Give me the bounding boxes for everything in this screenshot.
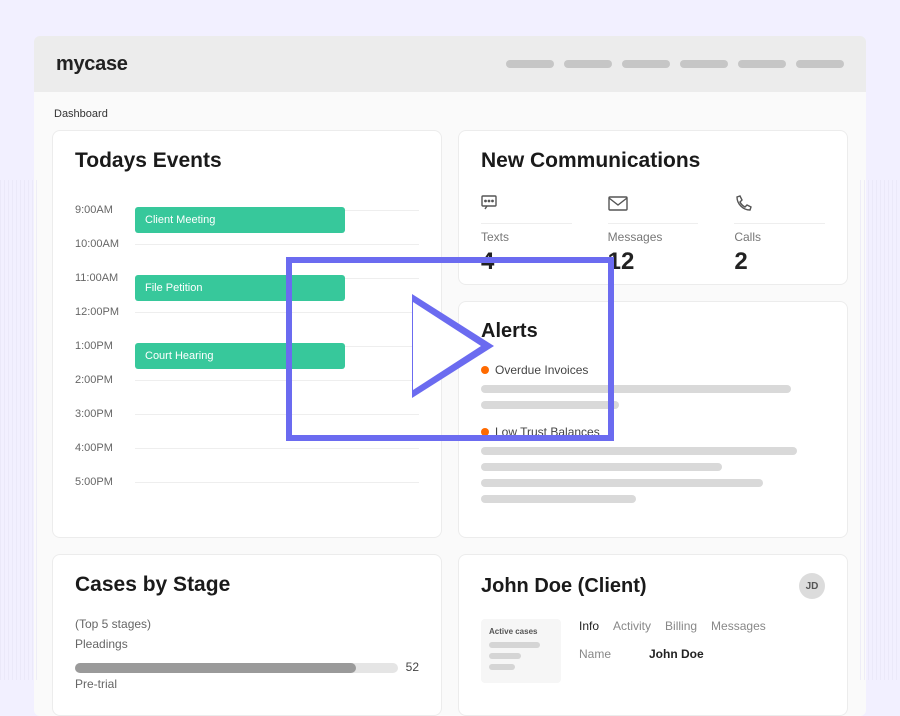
comm-messages[interactable]: Messages 12: [608, 193, 699, 276]
hour-label: 5:00PM: [75, 476, 135, 488]
chat-icon: [481, 193, 572, 215]
alerts-title: Alerts: [481, 320, 825, 343]
alert-label: Low Trust Balances: [495, 425, 600, 439]
alert-dot-icon: [481, 366, 489, 374]
client-card: John Doe (Client) JD Active cases Info A…: [458, 554, 848, 716]
tab-messages[interactable]: Messages: [711, 619, 766, 633]
hour-label: 12:00PM: [75, 306, 135, 318]
nav-item-placeholder[interactable]: [738, 60, 786, 68]
todays-events-title: Todays Events: [75, 149, 419, 173]
stage-bar: [75, 663, 398, 673]
comm-label: Texts: [481, 223, 572, 244]
nav-placeholder: [506, 60, 844, 68]
alert-label: Overdue Invoices: [495, 363, 588, 377]
cases-by-stage-card: Cases by Stage (Top 5 stages) Pleadings …: [52, 554, 442, 716]
mail-icon: [608, 193, 699, 215]
hour-label: 10:00AM: [75, 238, 135, 250]
nav-item-placeholder[interactable]: [564, 60, 612, 68]
hour-label: 3:00PM: [75, 408, 135, 420]
topbar: mycase: [34, 36, 866, 92]
decorative-hatch-left: [0, 180, 40, 680]
client-side-panel: Active cases: [481, 619, 561, 683]
comm-value: 12: [608, 248, 699, 276]
events-timeline: 9:00AM Client Meeting 10:00AM 11:00AM Fi…: [75, 193, 419, 499]
communications-title: New Communications: [481, 149, 825, 173]
nav-item-placeholder[interactable]: [680, 60, 728, 68]
todays-events-card: Todays Events 9:00AM Client Meeting 10:0…: [52, 130, 442, 538]
hour-label: 4:00PM: [75, 442, 135, 454]
hour-label: 9:00AM: [75, 204, 135, 216]
hour-label: 2:00PM: [75, 374, 135, 386]
comm-value: 2: [734, 248, 825, 276]
tab-billing[interactable]: Billing: [665, 619, 697, 633]
field-label: Name: [579, 647, 629, 661]
phone-icon: [734, 193, 825, 215]
hour-label: 11:00AM: [75, 272, 135, 284]
tab-activity[interactable]: Activity: [613, 619, 651, 633]
alert-low-trust-balances[interactable]: Low Trust Balances: [481, 425, 825, 503]
avatar[interactable]: JD: [799, 573, 825, 599]
comm-calls[interactable]: Calls 2: [734, 193, 825, 276]
alert-overdue-invoices[interactable]: Overdue Invoices: [481, 363, 825, 409]
nav-item-placeholder[interactable]: [622, 60, 670, 68]
comm-label: Messages: [608, 223, 699, 244]
new-communications-card: New Communications Texts 4 Messages: [458, 130, 848, 285]
comm-value: 4: [481, 248, 572, 276]
client-side-title: Active cases: [489, 627, 553, 636]
alert-dot-icon: [481, 428, 489, 436]
cases-subtitle: (Top 5 stages): [75, 617, 419, 631]
comm-texts[interactable]: Texts 4: [481, 193, 572, 276]
stage-label: Pleadings: [75, 637, 419, 651]
client-title: John Doe (Client): [481, 575, 647, 598]
tab-info[interactable]: Info: [579, 619, 599, 633]
comm-label: Calls: [734, 223, 825, 244]
alerts-card: Alerts Overdue Invoices Low Trust Balanc…: [458, 301, 848, 538]
decorative-hatch-right: [860, 180, 900, 680]
field-value: John Doe: [649, 647, 704, 661]
hour-label: 1:00PM: [75, 340, 135, 352]
client-field-row: Name John Doe: [579, 647, 825, 661]
breadcrumb[interactable]: Dashboard: [52, 104, 848, 130]
brand-logo: mycase: [56, 53, 128, 76]
cases-title: Cases by Stage: [75, 573, 419, 597]
client-tabs: Info Activity Billing Messages: [579, 619, 825, 633]
stage-label: Pre-trial: [75, 677, 419, 691]
nav-item-placeholder[interactable]: [796, 60, 844, 68]
nav-item-placeholder[interactable]: [506, 60, 554, 68]
stage-value: 52: [406, 660, 419, 674]
